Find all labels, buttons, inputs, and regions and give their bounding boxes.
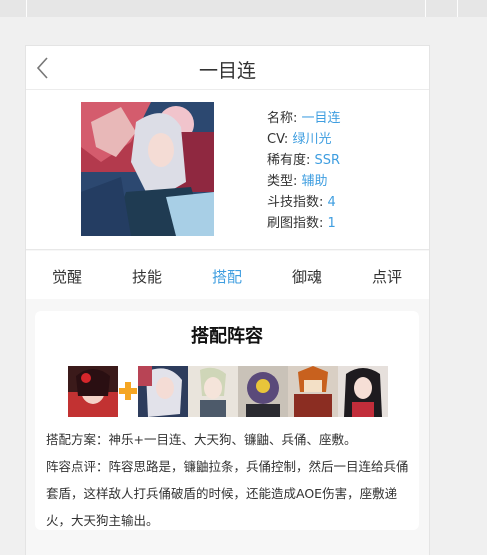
header-bar: 一目连 bbox=[26, 46, 429, 90]
lineup-plan: 搭配方案：神乐+一目连、大天狗、镰鼬、兵俑、座敷。 bbox=[46, 432, 357, 447]
cv-value-link[interactable]: 绿川光 bbox=[292, 132, 331, 147]
top-bar-divider bbox=[457, 0, 458, 17]
tab-skills[interactable]: 技能 bbox=[117, 266, 177, 287]
plus-icon bbox=[119, 382, 137, 400]
name-value-link[interactable]: 一目连 bbox=[302, 111, 341, 126]
profile-section: 名称: 一目连 CV: 绿川光 稀有度: SSR 类型: 辅助 斗技指数: 4 … bbox=[26, 90, 429, 250]
info-row-type: 类型: 辅助 bbox=[267, 174, 328, 189]
top-bar-divider bbox=[26, 0, 27, 17]
rarity-value-link[interactable]: SSR bbox=[315, 153, 341, 168]
tab-bar: 觉醒 技能 搭配 御魂 点评 bbox=[26, 251, 429, 299]
info-row-cv: CV: 绿川光 bbox=[267, 132, 332, 147]
tab-awakening[interactable]: 觉醒 bbox=[37, 266, 97, 287]
farming-index-value: 1 bbox=[327, 216, 336, 231]
lineup-title: 搭配阵容 bbox=[191, 326, 263, 347]
tab-review[interactable]: 点评 bbox=[357, 266, 417, 287]
avatar-daitengu[interactable] bbox=[188, 366, 238, 417]
avatar-kamaitachi[interactable] bbox=[238, 366, 288, 417]
top-bar-divider bbox=[425, 0, 426, 17]
browser-top-bar bbox=[0, 0, 487, 17]
avatar-kagura[interactable] bbox=[68, 366, 118, 417]
tab-soul[interactable]: 御魂 bbox=[277, 266, 337, 287]
type-value-link[interactable]: 辅助 bbox=[302, 174, 328, 189]
lineup-description: 搭配方案：神乐+一目连、大天狗、镰鼬、兵俑、座敷。 阵容点评：阵容思路是，镰鼬拉… bbox=[46, 426, 410, 534]
pvp-index-value: 4 bbox=[327, 195, 336, 210]
info-row-rarity: 稀有度: SSR bbox=[267, 153, 341, 168]
character-portrait bbox=[81, 102, 214, 236]
tab-lineup[interactable]: 搭配 bbox=[197, 266, 257, 287]
lineup-comment: 阵容点评：阵容思路是，镰鼬拉条，兵俑控制，然后一目连给兵俑套盾，这样敌人打兵俑破… bbox=[46, 459, 409, 528]
info-row-pvp-index: 斗技指数: 4 bbox=[267, 195, 336, 210]
lineup-card: 搭配阵容 搭配方案：神乐+一目连、大天狗、镰鼬、兵俑、座敷。 阵容点评：阵容思路… bbox=[35, 311, 419, 530]
info-row-farming-index: 刷图指数: 1 bbox=[267, 216, 336, 231]
info-row-name: 名称: 一目连 bbox=[267, 111, 341, 126]
profile-info: 名称: 一目连 CV: 绿川光 稀有度: SSR 类型: 辅助 斗技指数: 4 … bbox=[267, 108, 341, 234]
avatar-ichimokuren[interactable] bbox=[138, 366, 188, 417]
page-title: 一目连 bbox=[198, 60, 256, 82]
shikigami-detail-panel: 一目连 名称: 一目连 CV: 绿川光 稀有度: SSR 类型: 辅助 斗技指数… bbox=[25, 45, 430, 555]
avatar-zashiki[interactable] bbox=[338, 366, 388, 417]
avatar-heiyou[interactable] bbox=[288, 366, 338, 417]
